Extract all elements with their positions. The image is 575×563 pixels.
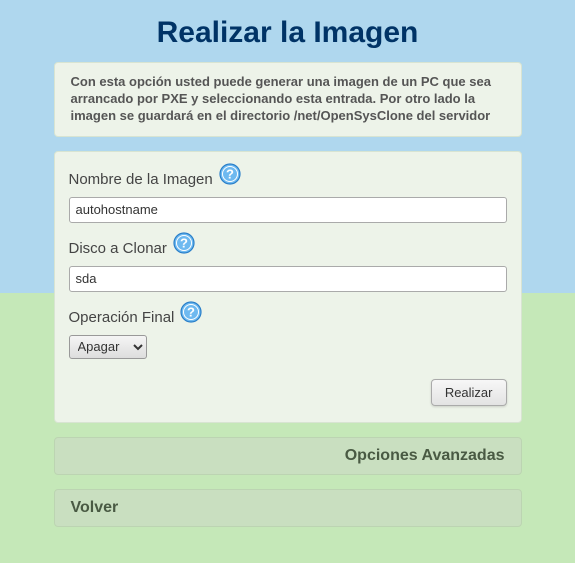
submit-button[interactable]: Realizar bbox=[431, 379, 507, 406]
disk-input[interactable] bbox=[69, 266, 507, 292]
back-bar[interactable]: Volver bbox=[54, 489, 522, 527]
disk-label: Disco a Clonar bbox=[69, 240, 167, 257]
advanced-options-bar[interactable]: Opciones Avanzadas bbox=[54, 437, 522, 475]
content-container: Con esta opción usted puede generar una … bbox=[54, 62, 522, 527]
help-icon[interactable]: ? bbox=[219, 163, 241, 190]
image-name-label: Nombre de la Imagen bbox=[69, 171, 213, 188]
svg-text:?: ? bbox=[187, 304, 195, 319]
field-image-name: Nombre de la Imagen ? bbox=[69, 166, 507, 223]
image-name-input[interactable] bbox=[69, 197, 507, 223]
back-label: Volver bbox=[71, 499, 119, 517]
page-title: Realizar la Imagen bbox=[0, 0, 575, 62]
info-text: Con esta opción usted puede generar una … bbox=[71, 74, 505, 125]
svg-text:?: ? bbox=[226, 166, 234, 181]
info-panel: Con esta opción usted puede generar una … bbox=[54, 62, 522, 137]
final-op-select[interactable]: Apagar bbox=[69, 335, 147, 359]
field-final-op: Operación Final ? Apagar bbox=[69, 304, 507, 359]
field-disk: Disco a Clonar ? bbox=[69, 235, 507, 292]
final-op-label: Operación Final bbox=[69, 309, 175, 326]
action-row: Realizar bbox=[69, 379, 507, 406]
svg-text:?: ? bbox=[180, 235, 188, 250]
advanced-options-label: Opciones Avanzadas bbox=[345, 447, 505, 465]
form-panel: Nombre de la Imagen ? Disco a Clonar bbox=[54, 151, 522, 423]
help-icon[interactable]: ? bbox=[180, 301, 202, 328]
help-icon[interactable]: ? bbox=[173, 232, 195, 259]
